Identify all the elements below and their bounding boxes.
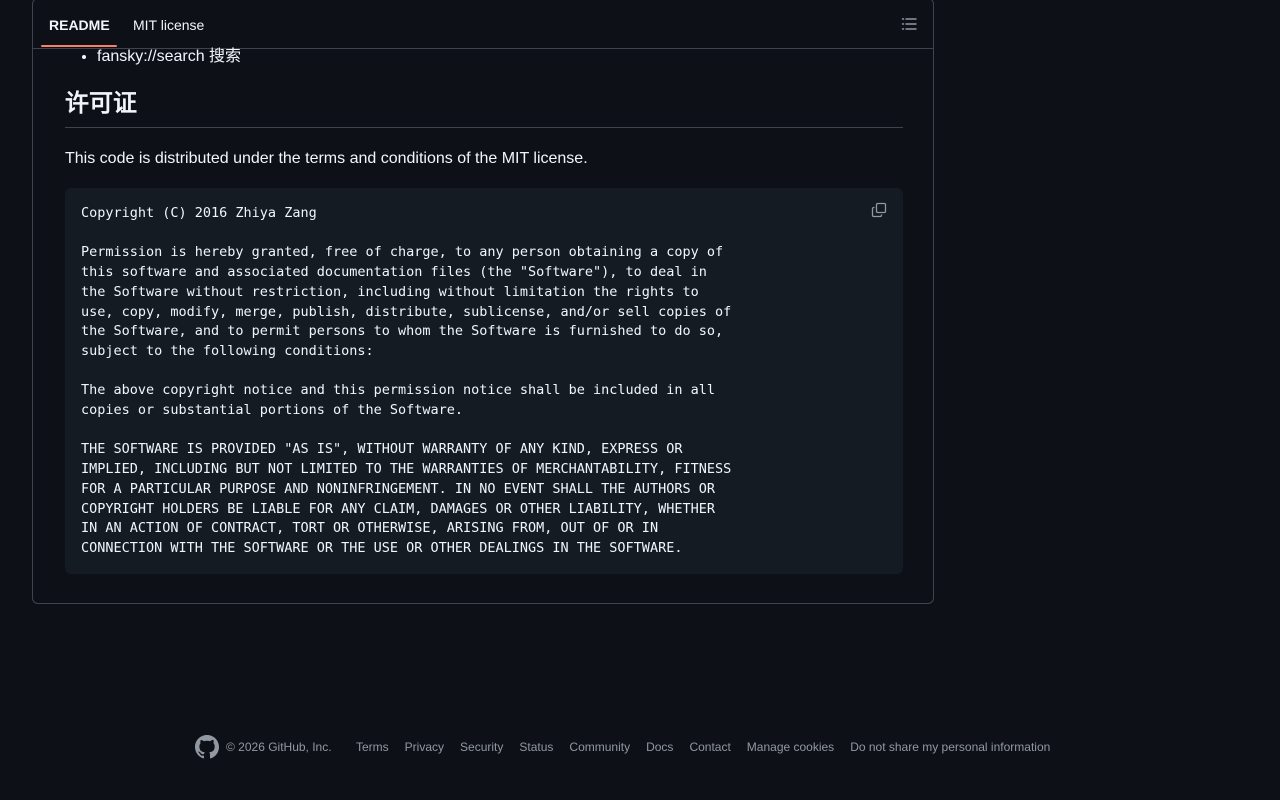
footer-link-terms[interactable]: Terms	[356, 740, 389, 754]
list-unordered-icon[interactable]	[901, 17, 917, 31]
tab-readme[interactable]: README	[49, 17, 110, 33]
footer-link-contact[interactable]: Contact	[689, 740, 730, 754]
footer-link-do-not-share[interactable]: Do not share my personal information	[850, 740, 1050, 754]
license-code-block: Copyright (C) 2016 Zhiya Zang Permission…	[65, 188, 903, 574]
footer-link-docs[interactable]: Docs	[646, 740, 673, 754]
license-paragraph: This code is distributed under the terms…	[65, 150, 588, 167]
footer-link-security[interactable]: Security	[460, 740, 503, 754]
footer-link-privacy[interactable]: Privacy	[405, 740, 444, 754]
footer-copyright: © 2026 GitHub, Inc.	[226, 740, 332, 754]
list-item: fansky://search 搜索	[97, 45, 241, 69]
github-logo-icon[interactable]	[195, 735, 219, 759]
readme-panel: README MIT license fansky://search 搜索 许可…	[32, 0, 934, 604]
readme-tabbar: README MIT license	[33, 0, 933, 49]
footer-link-community[interactable]: Community	[569, 740, 630, 754]
bullet-list: fansky://search 搜索	[65, 45, 241, 69]
tab-mit-license[interactable]: MIT license	[133, 17, 204, 33]
copy-icon[interactable]	[871, 202, 887, 218]
footer-links: Terms Privacy Security Status Community …	[356, 740, 1050, 754]
footer-link-status[interactable]: Status	[519, 740, 553, 754]
license-code-text: Copyright (C) 2016 Zhiya Zang Permission…	[81, 205, 732, 556]
license-heading: 许可证	[65, 89, 903, 128]
page-footer: © 2026 GitHub, Inc. Terms Privacy Securi…	[0, 735, 1280, 759]
footer-link-manage-cookies[interactable]: Manage cookies	[747, 740, 834, 754]
